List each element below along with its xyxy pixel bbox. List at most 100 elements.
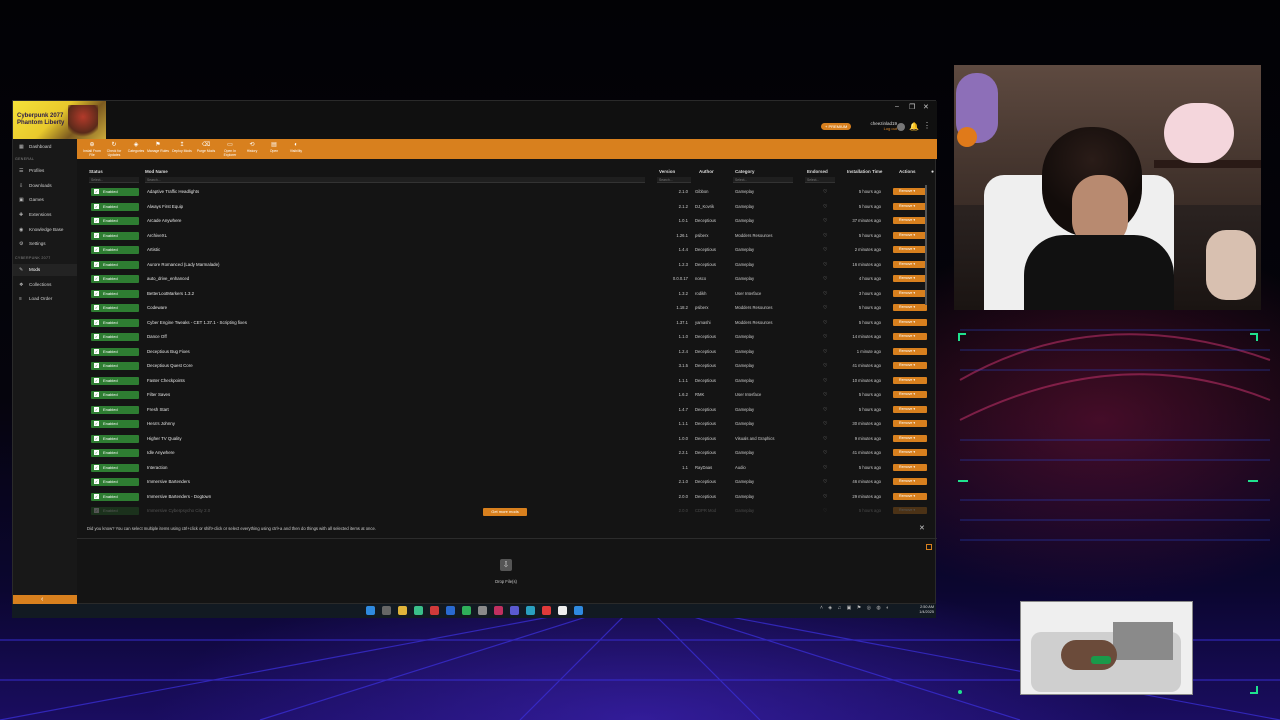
status-toggle[interactable]: ✓ Enabled (91, 304, 139, 312)
remove-button[interactable]: Remove ▾ (893, 217, 927, 224)
column-header-version[interactable]: Version (659, 169, 675, 174)
name-filter[interactable]: Search... (145, 177, 645, 183)
endorse-icon[interactable]: ♡ (823, 301, 827, 315)
endorse-icon[interactable]: ♡ (823, 374, 827, 388)
vortex-icon[interactable] (574, 606, 583, 615)
avatar[interactable] (897, 123, 905, 131)
steam-icon[interactable] (526, 606, 535, 615)
sidebar-item-dashboard[interactable]: ▦ Dashboard (13, 141, 77, 153)
remove-button[interactable]: Remove ▾ (893, 478, 927, 485)
status-toggle[interactable]: ✓ Enabled (91, 376, 139, 385)
explorer-icon[interactable] (398, 606, 407, 615)
taskview-icon[interactable] (382, 606, 391, 615)
table-row[interactable]: ✓ Enabled Deceptious Bug Fixes 1.2.4 Decepti… (87, 345, 929, 359)
edge-icon[interactable] (446, 606, 455, 615)
bell-icon[interactable]: 🔔 (909, 122, 919, 131)
table-row[interactable]: ✓ Enabled Artistic 1.4.4 Deceptious Gameplay ♡… (87, 243, 929, 257)
endorse-icon[interactable]: ♡ (823, 345, 827, 359)
remove-button[interactable]: Remove ▾ (893, 362, 927, 369)
chrome-icon[interactable] (462, 606, 471, 615)
table-row[interactable]: ✓ Enabled Codeware 1.18.2 psiberx Modders Res… (87, 301, 929, 315)
sidebar-item-settings[interactable]: ⚙ Settings (13, 238, 77, 250)
open-explorer-button[interactable]: ▭ Open In Explorer (219, 141, 241, 157)
table-row[interactable]: ✓ Enabled auto_drive_enhanced 0.0.0.17 nosco… (87, 272, 929, 286)
remove-button[interactable]: Remove ▾ (893, 449, 927, 456)
endorse-icon[interactable]: ♡ (823, 272, 827, 286)
status-toggle[interactable]: ✓ Enabled (91, 434, 139, 443)
remove-button[interactable]: Remove ▾ (893, 405, 927, 413)
endorse-icon[interactable]: ♡ (823, 504, 827, 517)
sidebar-item-profiles[interactable]: ☰ Profiles (13, 165, 77, 177)
remove-button[interactable]: Remove ▾ (893, 246, 927, 253)
settings-dot-icon[interactable]: ● (931, 169, 934, 175)
status-toggle[interactable]: ✓ Enabled (91, 231, 139, 240)
get-more-mods-button[interactable]: Get more mods (483, 508, 527, 516)
maximize-icon[interactable]: ❐ (909, 103, 915, 111)
endorse-icon[interactable]: ♡ (823, 287, 827, 301)
history-button[interactable]: ⟲ History (241, 141, 263, 153)
column-header-install-time[interactable]: Installation Time (847, 169, 882, 174)
table-row[interactable]: ✓ Enabled Always First Equip 2.1.2 DJ_Kovrik… (87, 200, 929, 214)
remove-button[interactable]: Remove ▾ (893, 420, 927, 427)
status-toggle[interactable]: ✓ Enabled (91, 420, 139, 428)
game-thumbnail[interactable]: Cyberpunk 2077 Phantom Liberty (13, 101, 106, 139)
sidebar-item-knowledge-base[interactable]: ◉ Knowledge Base (13, 224, 77, 236)
endorse-icon[interactable]: ♡ (823, 432, 827, 446)
visibility-button[interactable]: ◐ Visibility (285, 141, 307, 153)
table-row[interactable]: ✓ Enabled Filter Saves 1.6.2 RMK User Interfa… (87, 388, 929, 402)
table-row[interactable]: ✓ Enabled Aurore Romanced (Lady Marmalade)… (87, 258, 929, 272)
deploy-mods-button[interactable]: ↥ Deploy Mods (171, 141, 193, 153)
status-toggle[interactable]: ✓ Enabled (91, 217, 139, 225)
status-toggle[interactable]: ✓ Enabled (91, 405, 139, 414)
endorse-icon[interactable]: ♡ (823, 200, 827, 214)
endorse-icon[interactable]: ♡ (823, 417, 827, 431)
table-row[interactable]: ✓ Enabled Dance Off 1.1.0 Deceptious Gameplay… (87, 330, 929, 344)
status-toggle[interactable]: ✓ Enabled (91, 362, 139, 370)
sidebar-item-downloads[interactable]: ⇩ Downloads (13, 180, 77, 192)
sidebar-item-collections[interactable]: ❖ Collections (13, 279, 77, 291)
endorse-icon[interactable]: ♡ (823, 490, 827, 504)
column-header-status[interactable]: Status (89, 169, 103, 174)
table-row[interactable]: ✓ Enabled Interaction 1.1 RayDaas Audio ♡ 5 hou… (87, 461, 929, 475)
table-scrollbar[interactable] (925, 185, 927, 305)
sidebar-item-games[interactable]: ▣ Games (13, 194, 77, 206)
app-icon[interactable] (414, 606, 423, 615)
install-from-file-button[interactable]: ⊕ Install From File (81, 141, 103, 157)
remove-button[interactable]: Remove ▾ (893, 260, 927, 268)
app-white-icon[interactable] (558, 606, 567, 615)
user-block[interactable]: cheezinlad19 Log out (855, 121, 897, 131)
endorse-icon[interactable]: ♡ (823, 461, 827, 475)
dropzone-label[interactable]: Drop File(s) (485, 579, 527, 584)
table-row[interactable]: ✓ Enabled Adaptive Traffic Headlights 2.1.0… (87, 185, 929, 199)
remove-button[interactable]: Remove ▾ (893, 275, 927, 282)
table-row[interactable]: ✓ Enabled Deceptious Quest Core 3.1.5 Decept… (87, 359, 929, 373)
column-header-category[interactable]: Category (735, 169, 755, 174)
endorse-icon[interactable]: ♡ (823, 185, 827, 199)
premium-badge[interactable]: + PREMIUM (821, 123, 852, 130)
remove-button[interactable]: Remove ▾ (893, 463, 927, 471)
table-row[interactable]: ✓ Enabled Hera's Johnny 1.1.1 Deceptious Game… (87, 417, 929, 431)
endorse-icon[interactable]: ♡ (823, 475, 827, 489)
table-row[interactable]: ✓ Enabled BetterLootMarkers 1.3.2 1.3.2 rodi… (87, 287, 929, 301)
remove-button[interactable]: Remove ▾ (893, 391, 927, 398)
column-header-author[interactable]: Author (699, 169, 714, 174)
table-row[interactable]: ✓ Enabled ArchiveXL 1.26.1 psiberx Modders Re… (87, 229, 929, 243)
status-toggle[interactable]: ✓ Enabled (91, 492, 139, 501)
endorse-icon[interactable]: ♡ (823, 446, 827, 460)
obs-icon[interactable] (494, 606, 503, 615)
table-row[interactable]: ✓ Enabled Idle Anywhere 2.2.1 Deceptious Game… (87, 446, 929, 460)
column-header-mod-name[interactable]: Mod Name (145, 169, 168, 174)
app-red-icon[interactable] (542, 606, 551, 615)
close-icon[interactable]: ✕ (923, 103, 929, 111)
endorse-icon[interactable]: ♡ (823, 214, 827, 228)
status-toggle[interactable]: ✓ Enabled (91, 289, 139, 298)
status-toggle[interactable]: ✓ Enabled (91, 246, 139, 254)
categories-button[interactable]: ◈ Categories (125, 141, 147, 153)
purge-mods-button[interactable]: ⌫ Purge Mods (195, 141, 217, 153)
remove-button[interactable]: Remove ▾ (893, 318, 927, 326)
remove-button[interactable]: Remove ▾ (893, 289, 927, 297)
remove-button[interactable]: Remove ▾ (893, 492, 927, 500)
check-updates-button[interactable]: ↻ Check for Updates (103, 141, 125, 157)
column-header-endorsed[interactable]: Endorsed (807, 169, 828, 174)
status-toggle[interactable]: ✓ Enabled (91, 318, 139, 327)
